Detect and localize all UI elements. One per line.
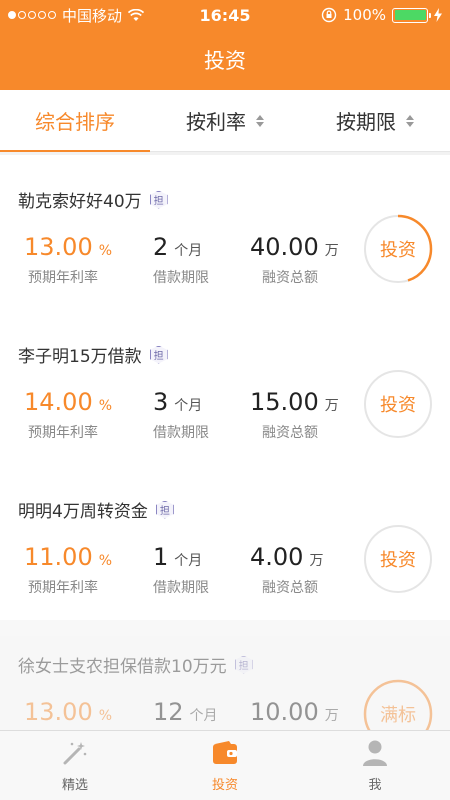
tab-invest[interactable]: 投资 [150, 731, 300, 800]
loan-title: 明明4万周转资金 [18, 502, 148, 522]
loan-card[interactable]: 勒克索好好40万担 13.00% 预期年利率 2 个月借款期限 40.00 万融资总额 投资 [0, 155, 450, 310]
page-title: 投资 [204, 49, 246, 73]
invest-button-label: 投资 [380, 395, 416, 416]
sort-tab-term[interactable]: 按期限 [300, 90, 450, 151]
rate-block: 11.00% 预期年利率 [24, 543, 112, 597]
rate-value: 13.00 [24, 698, 93, 726]
loan-title-row: 李子明15万借款担 [18, 342, 168, 367]
guarantee-badge-icon: 担 [155, 500, 174, 519]
amount-label: 融资总额 [262, 425, 318, 441]
invest-button-label: 投资 [380, 550, 416, 571]
loan-title: 徐女士支农担保借款10万元 [18, 657, 227, 677]
amount-value: 4.00 [250, 543, 304, 571]
term-unit: 个月 [174, 553, 203, 569]
battery-percent: 100% [343, 6, 386, 24]
term-unit: 个月 [174, 243, 203, 259]
sort-tab-rate[interactable]: 按利率 [150, 90, 300, 151]
invest-button-label: 投资 [380, 240, 416, 261]
invest-button[interactable]: 投资 [362, 368, 434, 440]
tab-me[interactable]: 我 [300, 731, 450, 800]
amount-block: 40.00 万融资总额 [250, 233, 339, 287]
term-unit: 个月 [189, 708, 218, 724]
magic-wand-icon [60, 738, 90, 768]
wallet-icon [210, 738, 240, 768]
amount-block: 4.00 万融资总额 [250, 543, 323, 597]
sort-tab-label: 综合排序 [35, 110, 115, 134]
amount-label: 融资总额 [262, 270, 318, 286]
rate-unit: % [98, 243, 113, 259]
loan-title-row: 明明4万周转资金担 [18, 497, 174, 522]
amount-value: 40.00 [250, 233, 319, 261]
term-block: 2 个月借款期限 [153, 233, 209, 287]
sort-tab-overall[interactable]: 综合排序 [0, 90, 150, 152]
app-header: 中国移动 16:45 100% 投资 [0, 0, 450, 90]
term-value: 1 [153, 543, 169, 571]
term-label: 借款期限 [153, 580, 209, 596]
term-label: 借款期限 [153, 425, 209, 441]
loan-card[interactable]: 明明4万周转资金担 11.00% 预期年利率 1 个月借款期限 4.00 万融资总额 投资 [0, 465, 450, 620]
term-block: 1 个月借款期限 [153, 543, 209, 597]
loan-title-row: 徐女士支农担保借款10万元担 [18, 652, 253, 677]
loan-title: 勒克索好好40万 [18, 192, 142, 212]
guarantee-badge-icon: 担 [149, 190, 168, 209]
rate-value: 11.00 [24, 543, 93, 571]
tab-label: 投资 [211, 778, 238, 793]
rate-value: 14.00 [24, 388, 93, 416]
tab-label: 精选 [61, 778, 88, 793]
term-label: 借款期限 [153, 270, 209, 286]
wifi-icon [128, 8, 145, 21]
amount-unit: 万 [309, 553, 324, 569]
rotation-lock-icon [321, 7, 337, 23]
term-value: 12 [153, 698, 184, 726]
term-unit: 个月 [174, 398, 203, 414]
rate-label: 预期年利率 [28, 425, 98, 441]
status-bar: 中国移动 16:45 100% [0, 0, 450, 30]
tab-featured[interactable]: 精选 [0, 731, 150, 800]
person-icon [360, 738, 390, 768]
rate-unit: % [98, 398, 113, 414]
battery-icon [392, 7, 431, 23]
guarantee-badge-icon: 担 [234, 655, 253, 674]
sort-arrows-icon [406, 114, 414, 127]
invest-button[interactable]: 投资 [362, 523, 434, 595]
bottom-tab-bar: 精选 投资 我 [0, 730, 450, 800]
amount-label: 融资总额 [262, 580, 318, 596]
carrier-label: 中国移动 [62, 6, 123, 25]
loan-card[interactable]: 李子明15万借款担 14.00% 预期年利率 3 个月借款期限 15.00 万融资总额 投资 [0, 310, 450, 465]
term-block: 3 个月借款期限 [153, 388, 209, 442]
amount-unit: 万 [324, 708, 339, 724]
rate-value: 13.00 [24, 233, 93, 261]
loan-title-row: 勒克索好好40万担 [18, 187, 168, 212]
amount-block: 15.00 万融资总额 [250, 388, 339, 442]
invest-button-label: 满标 [380, 705, 416, 726]
signal-icon [8, 11, 56, 19]
invest-button[interactable]: 投资 [362, 213, 434, 285]
rate-block: 13.00%预期年利率 [24, 233, 112, 287]
sort-bar: 综合排序 按利率 按期限 [0, 90, 450, 152]
tab-label: 我 [368, 778, 382, 793]
term-value: 3 [153, 388, 169, 416]
sort-tab-label: 按利率 [186, 110, 246, 134]
rate-label: 预期年利率 [28, 580, 98, 596]
amount-value: 10.00 [250, 698, 319, 726]
amount-unit: 万 [324, 398, 339, 414]
rate-label: 预期年利率 [28, 270, 98, 286]
term-value: 2 [153, 233, 169, 261]
guarantee-badge-icon: 担 [149, 345, 168, 364]
sort-tab-label: 按期限 [336, 110, 396, 134]
amount-unit: 万 [324, 243, 339, 259]
rate-unit: % [98, 708, 113, 724]
rate-unit: % [98, 553, 113, 569]
amount-value: 15.00 [250, 388, 319, 416]
loan-title: 李子明15万借款 [18, 347, 142, 367]
sort-arrows-icon [256, 114, 264, 127]
rate-block: 14.00% 预期年利率 [24, 388, 112, 442]
charging-icon [434, 8, 442, 22]
